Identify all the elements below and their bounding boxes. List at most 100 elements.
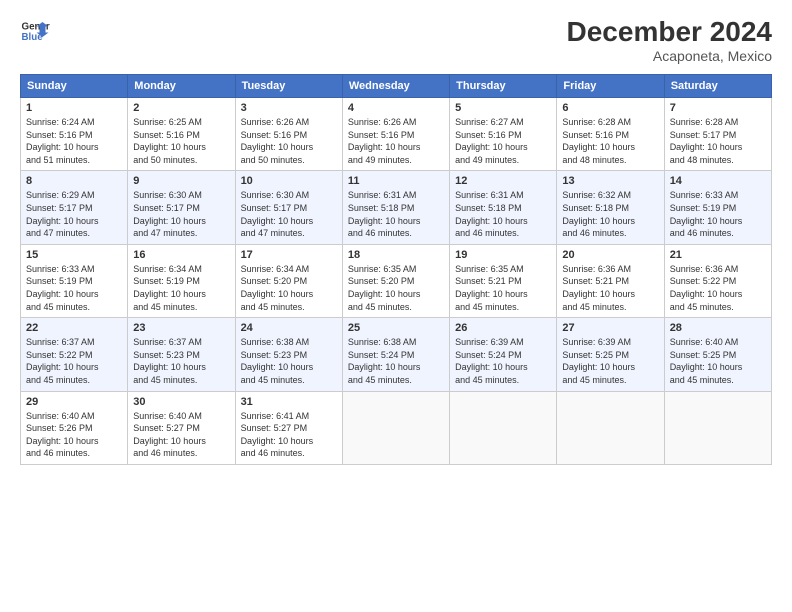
col-sunday: Sunday <box>21 75 128 98</box>
day-info: Sunrise: 6:37 AM Sunset: 5:23 PM Dayligh… <box>133 336 229 386</box>
day-number: 7 <box>670 102 766 114</box>
table-row: 13 Sunrise: 6:32 AM Sunset: 5:18 PM Dayli… <box>557 171 664 244</box>
table-row: 19 Sunrise: 6:35 AM Sunset: 5:21 PM Dayli… <box>450 244 557 317</box>
day-number: 8 <box>26 175 122 187</box>
table-row: 14 Sunrise: 6:33 AM Sunset: 5:19 PM Dayli… <box>664 171 771 244</box>
day-number: 13 <box>562 175 658 187</box>
day-info: Sunrise: 6:35 AM Sunset: 5:21 PM Dayligh… <box>455 263 551 313</box>
day-number: 29 <box>26 396 122 408</box>
table-row: 2 Sunrise: 6:25 AM Sunset: 5:16 PM Daylig… <box>128 98 235 171</box>
calendar-week-row: 22Sunrise: 6:37 AM Sunset: 5:22 PM Dayli… <box>21 318 772 391</box>
header: General Blue December 2024 Acaponeta, Me… <box>20 16 772 64</box>
day-number: 27 <box>562 322 658 334</box>
day-number: 19 <box>455 249 551 261</box>
day-info: Sunrise: 6:26 AM Sunset: 5:16 PM Dayligh… <box>348 116 444 166</box>
day-info: Sunrise: 6:34 AM Sunset: 5:20 PM Dayligh… <box>241 263 337 313</box>
calendar-week-row: 15 Sunrise: 6:33 AM Sunset: 5:19 PM Dayli… <box>21 244 772 317</box>
logo: General Blue <box>20 16 50 46</box>
col-thursday: Thursday <box>450 75 557 98</box>
table-row: 16 Sunrise: 6:34 AM Sunset: 5:19 PM Dayli… <box>128 244 235 317</box>
page: General Blue December 2024 Acaponeta, Me… <box>0 0 792 612</box>
table-row: 6 Sunrise: 6:28 AM Sunset: 5:16 PM Daylig… <box>557 98 664 171</box>
table-row: 23 Sunrise: 6:37 AM Sunset: 5:23 PM Dayli… <box>128 318 235 391</box>
day-number: 5 <box>455 102 551 114</box>
day-info: Sunrise: 6:40 AM Sunset: 5:26 PM Dayligh… <box>26 410 122 460</box>
table-row: 26Sunrise: 6:39 AM Sunset: 5:24 PM Dayli… <box>450 318 557 391</box>
day-info: Sunrise: 6:28 AM Sunset: 5:17 PM Dayligh… <box>670 116 766 166</box>
day-info: Sunrise: 6:25 AM Sunset: 5:16 PM Dayligh… <box>133 116 229 166</box>
table-row: 10 Sunrise: 6:30 AM Sunset: 5:17 PM Dayli… <box>235 171 342 244</box>
day-number: 9 <box>133 175 229 187</box>
table-row: 12 Sunrise: 6:31 AM Sunset: 5:18 PM Dayli… <box>450 171 557 244</box>
day-number: 31 <box>241 396 337 408</box>
col-tuesday: Tuesday <box>235 75 342 98</box>
day-number: 6 <box>562 102 658 114</box>
table-row: 25Sunrise: 6:38 AM Sunset: 5:24 PM Dayli… <box>342 318 449 391</box>
table-row: 17 Sunrise: 6:34 AM Sunset: 5:20 PM Dayli… <box>235 244 342 317</box>
day-info: Sunrise: 6:39 AM Sunset: 5:24 PM Dayligh… <box>455 336 551 386</box>
calendar-subtitle: Acaponeta, Mexico <box>567 48 772 64</box>
day-number: 14 <box>670 175 766 187</box>
table-row: 15 Sunrise: 6:33 AM Sunset: 5:19 PM Dayli… <box>21 244 128 317</box>
calendar-week-row: 29 Sunrise: 6:40 AM Sunset: 5:26 PM Dayli… <box>21 391 772 464</box>
calendar-week-row: 8 Sunrise: 6:29 AM Sunset: 5:17 PM Daylig… <box>21 171 772 244</box>
table-row: 29 Sunrise: 6:40 AM Sunset: 5:26 PM Dayli… <box>21 391 128 464</box>
day-info: Sunrise: 6:35 AM Sunset: 5:20 PM Dayligh… <box>348 263 444 313</box>
day-info: Sunrise: 6:29 AM Sunset: 5:17 PM Dayligh… <box>26 189 122 239</box>
table-row: 21Sunrise: 6:36 AM Sunset: 5:22 PM Dayli… <box>664 244 771 317</box>
calendar-header-row: Sunday Monday Tuesday Wednesday Thursday… <box>21 75 772 98</box>
day-number: 2 <box>133 102 229 114</box>
day-info: Sunrise: 6:31 AM Sunset: 5:18 PM Dayligh… <box>455 189 551 239</box>
table-row: 3 Sunrise: 6:26 AM Sunset: 5:16 PM Daylig… <box>235 98 342 171</box>
table-row: 4 Sunrise: 6:26 AM Sunset: 5:16 PM Daylig… <box>342 98 449 171</box>
day-number: 1 <box>26 102 122 114</box>
table-row <box>342 391 449 464</box>
table-row: 5 Sunrise: 6:27 AM Sunset: 5:16 PM Daylig… <box>450 98 557 171</box>
col-saturday: Saturday <box>664 75 771 98</box>
day-number: 10 <box>241 175 337 187</box>
day-info: Sunrise: 6:27 AM Sunset: 5:16 PM Dayligh… <box>455 116 551 166</box>
day-number: 15 <box>26 249 122 261</box>
svg-text:General: General <box>22 22 51 33</box>
day-info: Sunrise: 6:32 AM Sunset: 5:18 PM Dayligh… <box>562 189 658 239</box>
table-row: 27 Sunrise: 6:39 AM Sunset: 5:25 PM Dayli… <box>557 318 664 391</box>
day-number: 23 <box>133 322 229 334</box>
day-info: Sunrise: 6:31 AM Sunset: 5:18 PM Dayligh… <box>348 189 444 239</box>
day-number: 28 <box>670 322 766 334</box>
day-number: 11 <box>348 175 444 187</box>
day-info: Sunrise: 6:38 AM Sunset: 5:24 PM Dayligh… <box>348 336 444 386</box>
day-info: Sunrise: 6:33 AM Sunset: 5:19 PM Dayligh… <box>26 263 122 313</box>
col-friday: Friday <box>557 75 664 98</box>
day-number: 30 <box>133 396 229 408</box>
day-info: Sunrise: 6:33 AM Sunset: 5:19 PM Dayligh… <box>670 189 766 239</box>
day-number: 20 <box>562 249 658 261</box>
day-number: 4 <box>348 102 444 114</box>
day-number: 12 <box>455 175 551 187</box>
table-row: 31Sunrise: 6:41 AM Sunset: 5:27 PM Dayli… <box>235 391 342 464</box>
col-wednesday: Wednesday <box>342 75 449 98</box>
table-row: 22Sunrise: 6:37 AM Sunset: 5:22 PM Dayli… <box>21 318 128 391</box>
day-number: 16 <box>133 249 229 261</box>
day-info: Sunrise: 6:24 AM Sunset: 5:16 PM Dayligh… <box>26 116 122 166</box>
table-row: 1 Sunrise: 6:24 AM Sunset: 5:16 PM Daylig… <box>21 98 128 171</box>
calendar-title: December 2024 <box>567 16 772 48</box>
day-info: Sunrise: 6:40 AM Sunset: 5:27 PM Dayligh… <box>133 410 229 460</box>
logo-icon: General Blue <box>20 16 50 46</box>
table-row <box>557 391 664 464</box>
day-number: 22 <box>26 322 122 334</box>
table-row <box>664 391 771 464</box>
table-row: 7 Sunrise: 6:28 AM Sunset: 5:17 PM Daylig… <box>664 98 771 171</box>
day-info: Sunrise: 6:39 AM Sunset: 5:25 PM Dayligh… <box>562 336 658 386</box>
day-number: 3 <box>241 102 337 114</box>
day-info: Sunrise: 6:34 AM Sunset: 5:19 PM Dayligh… <box>133 263 229 313</box>
table-row: 24Sunrise: 6:38 AM Sunset: 5:23 PM Dayli… <box>235 318 342 391</box>
day-info: Sunrise: 6:28 AM Sunset: 5:16 PM Dayligh… <box>562 116 658 166</box>
day-info: Sunrise: 6:26 AM Sunset: 5:16 PM Dayligh… <box>241 116 337 166</box>
table-row: 28 Sunrise: 6:40 AM Sunset: 5:25 PM Dayli… <box>664 318 771 391</box>
day-info: Sunrise: 6:30 AM Sunset: 5:17 PM Dayligh… <box>133 189 229 239</box>
day-info: Sunrise: 6:36 AM Sunset: 5:21 PM Dayligh… <box>562 263 658 313</box>
table-row <box>450 391 557 464</box>
day-number: 17 <box>241 249 337 261</box>
day-info: Sunrise: 6:40 AM Sunset: 5:25 PM Dayligh… <box>670 336 766 386</box>
day-info: Sunrise: 6:30 AM Sunset: 5:17 PM Dayligh… <box>241 189 337 239</box>
